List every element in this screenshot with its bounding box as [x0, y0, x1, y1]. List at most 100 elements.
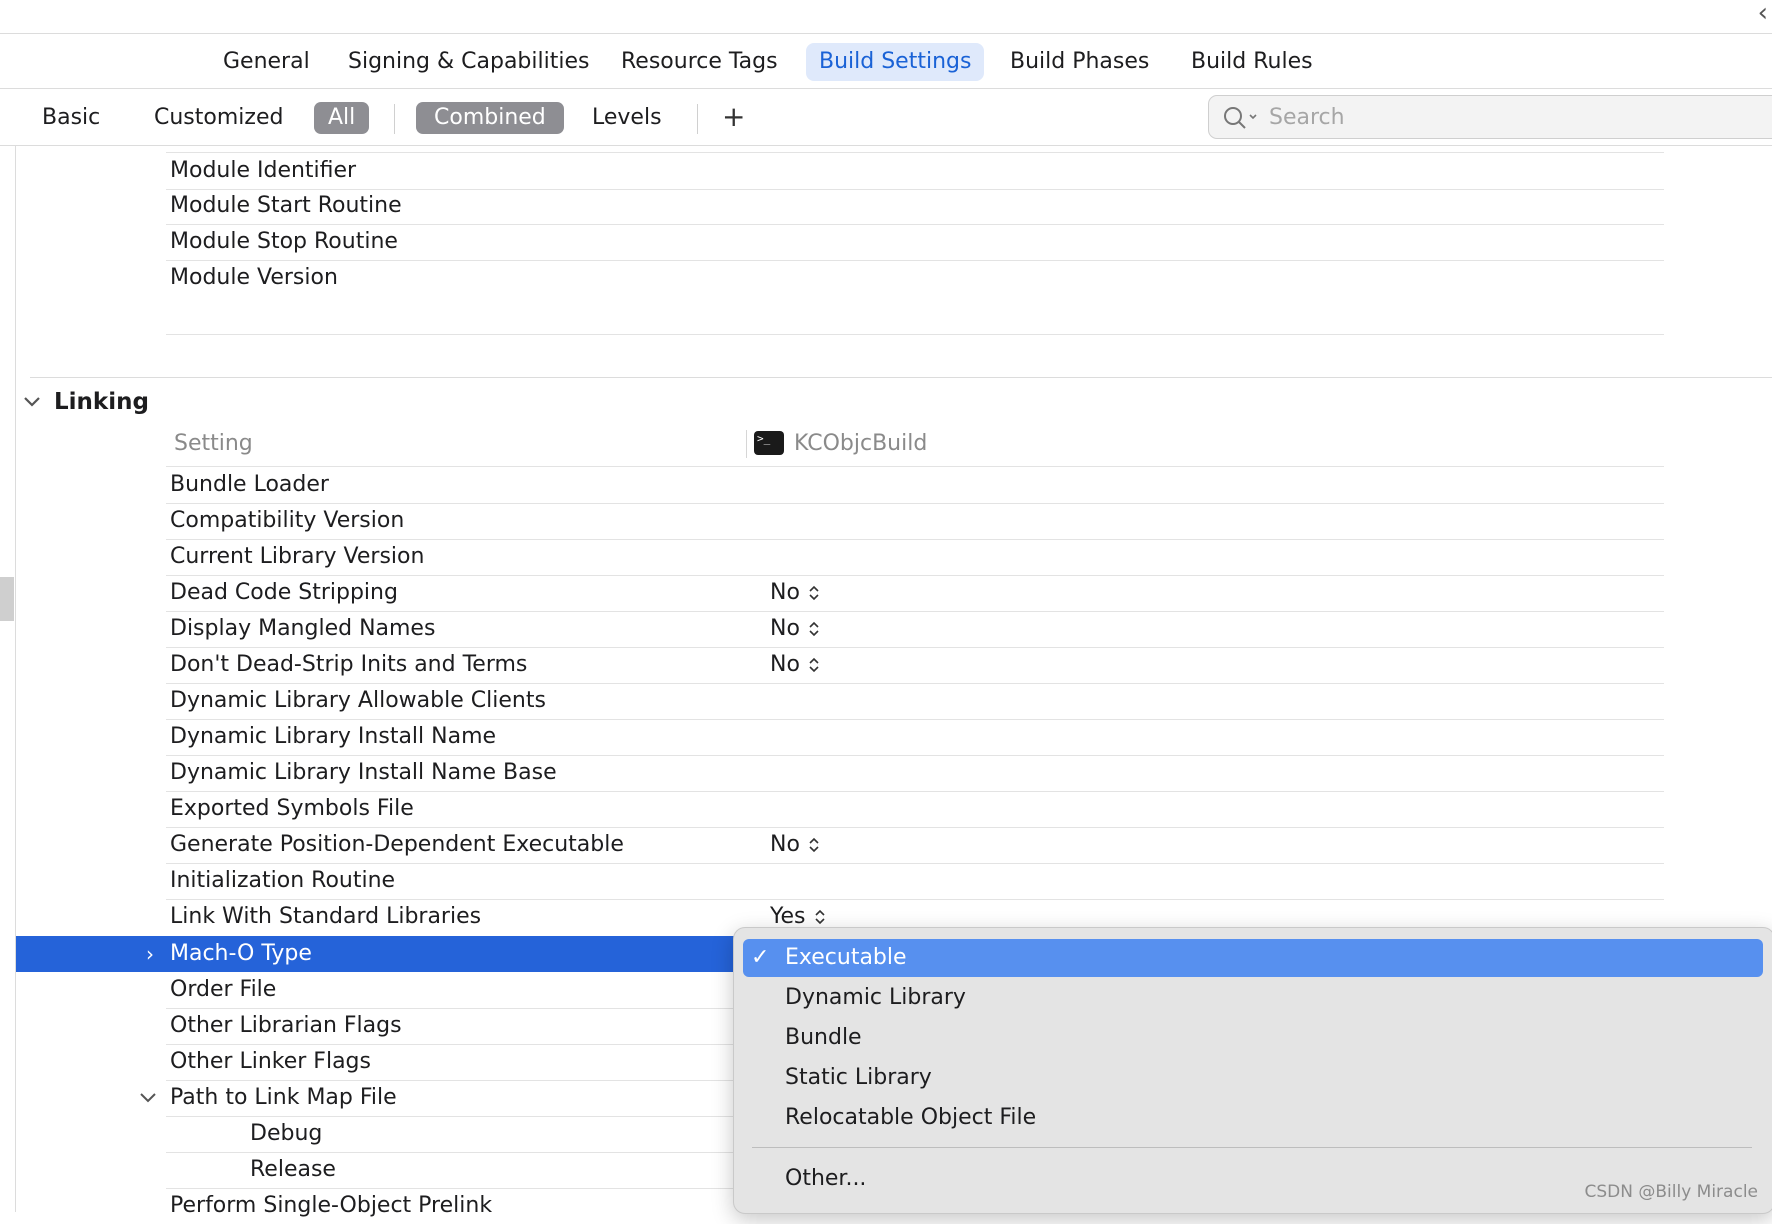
menu-item-executable[interactable]: ✓ Executable	[743, 939, 1763, 977]
search-field[interactable]	[1208, 95, 1772, 139]
filter-divider-2	[697, 104, 698, 134]
setting-label: Debug	[250, 1121, 323, 1146]
left-gutter	[0, 146, 16, 1212]
chevron-right-icon[interactable]: ›	[146, 936, 154, 972]
checkmark-icon: ✓	[751, 945, 770, 970]
setting-value-popup[interactable]: No	[770, 611, 820, 647]
tab-general[interactable]: General	[210, 43, 323, 81]
gutter-handle[interactable]	[0, 577, 14, 621]
setting-label: Module Identifier	[170, 158, 357, 183]
add-setting-button[interactable]: +	[722, 99, 745, 135]
tab-build-phases[interactable]: Build Phases	[997, 43, 1162, 81]
setting-label: Path to Link Map File	[170, 1085, 397, 1110]
column-header-setting: Setting	[174, 431, 253, 456]
section-end-divider	[166, 334, 1664, 335]
stepper-arrows-icon	[809, 837, 819, 853]
setting-value-popup[interactable]: No	[770, 827, 820, 863]
setting-label: Dynamic Library Install Name	[170, 724, 497, 749]
menu-item-relocatable-object-file[interactable]: Relocatable Object File	[743, 1099, 1763, 1137]
stepper-arrows-icon	[809, 657, 819, 673]
menu-item-dynamic-library[interactable]: Dynamic Library	[743, 979, 1763, 1017]
setting-label: Compatibility Version	[170, 508, 405, 533]
menu-separator	[752, 1147, 1752, 1148]
menu-item-label: Other...	[785, 1166, 867, 1191]
setting-row[interactable]: Dynamic Library Allowable Clients	[166, 683, 1664, 720]
column-header-row: Setting >_ KCObjcBuild	[166, 422, 1664, 467]
settings-filter-bar: Basic Customized All Combined Levels +	[0, 89, 1772, 146]
setting-label: Display Mangled Names	[170, 616, 436, 641]
setting-row[interactable]: Bundle Loader	[166, 467, 1664, 504]
setting-label: Other Librarian Flags	[170, 1013, 402, 1038]
setting-label: Bundle Loader	[170, 472, 329, 497]
menu-item-label: Dynamic Library	[785, 985, 966, 1010]
tab-build-rules[interactable]: Build Rules	[1178, 43, 1326, 81]
menu-item-label: Static Library	[785, 1065, 932, 1090]
setting-label: Perform Single-Object Prelink	[170, 1193, 493, 1218]
setting-label: Generate Position-Dependent Executable	[170, 832, 624, 857]
filter-all[interactable]: All	[314, 102, 370, 134]
setting-value-popup[interactable]: No	[770, 575, 820, 611]
setting-row[interactable]: Module Start Routine	[166, 188, 1664, 225]
setting-row[interactable]: Module Stop Routine	[166, 224, 1664, 261]
column-divider	[746, 430, 747, 458]
tab-build-settings[interactable]: Build Settings	[806, 43, 985, 81]
setting-row[interactable]: Compatibility Version	[166, 503, 1664, 540]
setting-label: Other Linker Flags	[170, 1049, 371, 1074]
menu-item-static-library[interactable]: Static Library	[743, 1059, 1763, 1097]
section-divider	[30, 377, 1772, 378]
setting-label: Order File	[170, 977, 277, 1002]
setting-label: Module Start Routine	[170, 193, 402, 218]
setting-row[interactable]: Generate Position-Dependent Executable N…	[166, 827, 1664, 864]
chevron-down-icon[interactable]	[138, 1088, 158, 1108]
setting-row[interactable]: Module Identifier	[166, 152, 1664, 190]
setting-row[interactable]: Initialization Routine	[166, 863, 1664, 900]
setting-row[interactable]: Display Mangled Names No	[166, 611, 1664, 648]
setting-row[interactable]: Module Version	[166, 260, 1664, 296]
setting-label: Don't Dead-Strip Inits and Terms	[170, 652, 528, 677]
filter-divider	[394, 104, 395, 134]
window-top-strip: ‹	[0, 0, 1772, 34]
stepper-arrows-icon	[809, 621, 819, 637]
setting-label: Release	[250, 1157, 336, 1182]
menu-item-label: Relocatable Object File	[785, 1105, 1037, 1130]
setting-row[interactable]: Exported Symbols File	[166, 791, 1664, 828]
setting-label: Dynamic Library Allowable Clients	[170, 688, 546, 713]
setting-value: No	[770, 616, 800, 641]
menu-item-label: Executable	[785, 945, 907, 970]
stepper-arrows-icon	[809, 585, 819, 601]
setting-label: Dynamic Library Install Name Base	[170, 760, 557, 785]
column-header-target: KCObjcBuild	[794, 431, 928, 456]
setting-label: Initialization Routine	[170, 868, 396, 893]
setting-value: No	[770, 652, 800, 677]
setting-label: Module Stop Routine	[170, 229, 398, 254]
watermark-text: CSDN @Billy Miracle	[1584, 1182, 1759, 1202]
back-chevron-icon[interactable]: ‹	[1758, 0, 1768, 28]
setting-value: No	[770, 580, 800, 605]
tab-resource-tags[interactable]: Resource Tags	[608, 43, 791, 81]
setting-row[interactable]: Dead Code Stripping No	[166, 575, 1664, 612]
tab-signing-capabilities[interactable]: Signing & Capabilities	[335, 43, 602, 81]
setting-row[interactable]: Dynamic Library Install Name Base	[166, 755, 1664, 792]
filter-levels[interactable]: Levels	[582, 102, 672, 134]
chevron-down-icon[interactable]	[22, 388, 42, 416]
filter-basic[interactable]: Basic	[32, 102, 110, 134]
setting-value: No	[770, 832, 800, 857]
setting-label: Current Library Version	[170, 544, 425, 569]
setting-value: Yes	[770, 904, 806, 929]
stepper-arrows-icon	[814, 909, 825, 925]
filter-combined[interactable]: Combined	[416, 102, 564, 134]
setting-row[interactable]: Current Library Version	[166, 539, 1664, 576]
setting-value-popup[interactable]: No	[770, 647, 820, 683]
section-title-linking[interactable]: Linking	[54, 384, 149, 420]
setting-label: Module Version	[170, 265, 338, 290]
menu-item-label: Bundle	[785, 1025, 862, 1050]
setting-row[interactable]: Dynamic Library Install Name	[166, 719, 1664, 756]
setting-label: Link With Standard Libraries	[170, 904, 482, 929]
setting-row[interactable]: Don't Dead-Strip Inits and Terms No	[166, 647, 1664, 684]
setting-label: Mach-O Type	[170, 941, 312, 966]
search-icon	[1224, 107, 1257, 129]
search-input[interactable]	[1267, 100, 1751, 134]
mach-o-type-menu: ✓ Executable Dynamic Library Bundle Stat…	[733, 927, 1772, 1214]
filter-customized[interactable]: Customized	[144, 102, 293, 134]
menu-item-bundle[interactable]: Bundle	[743, 1019, 1763, 1057]
